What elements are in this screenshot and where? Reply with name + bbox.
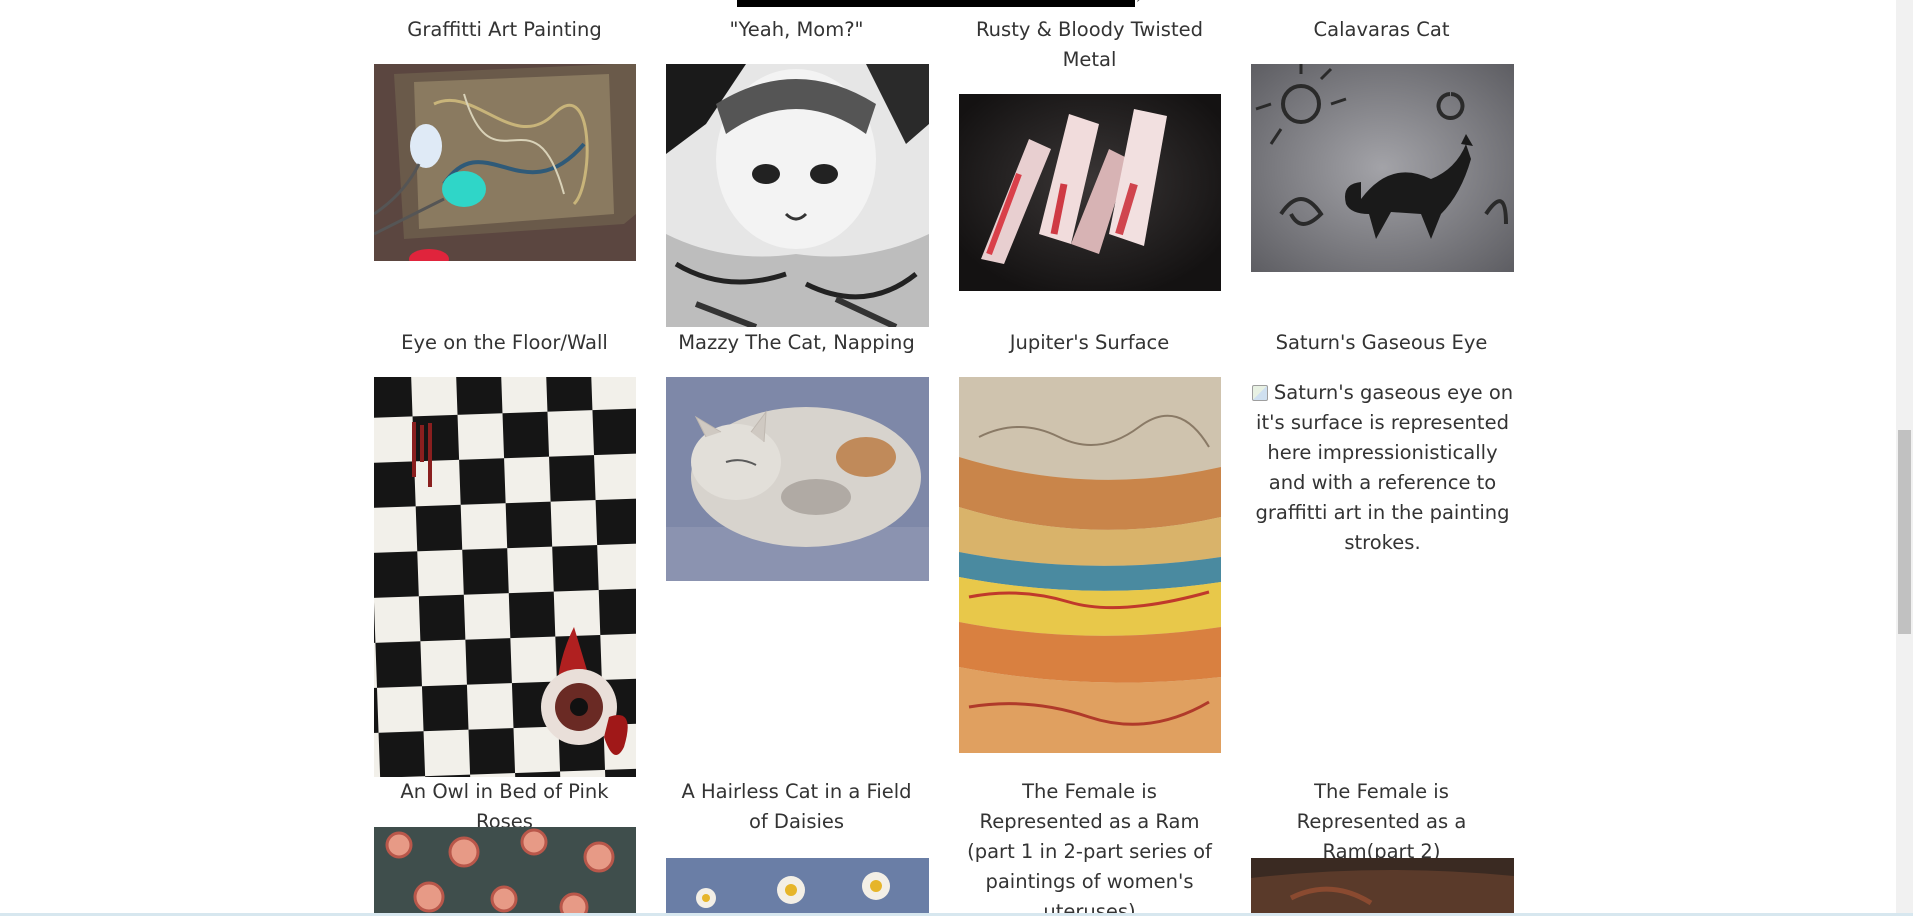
artwork-image-twisted-metal[interactable] <box>959 94 1221 291</box>
gallery-item: Graffitti Art Painting <box>373 15 636 45</box>
artwork-image-hairless-cat[interactable] <box>666 858 929 916</box>
gallery-item: The Female is Represented as a Ram(part … <box>1250 777 1513 867</box>
gallery-item: Rusty & Bloody Twisted Metal <box>958 15 1221 75</box>
gallery-item: The Female is Represented as a Ram (part… <box>958 777 1221 916</box>
gallery-item: Eye on the Floor/Wall <box>373 328 636 358</box>
gallery-item: Jupiter's Surface <box>958 328 1221 358</box>
artwork-title: Calavaras Cat <box>1313 18 1450 41</box>
artwork-image-eye-floor[interactable] <box>374 377 636 777</box>
artwork-title: Saturn's Gaseous Eye <box>1275 331 1488 354</box>
artwork-title: "Yeah, Mom?" <box>729 18 864 41</box>
artwork-image-graffiti[interactable] <box>374 64 636 261</box>
artwork-title: Eye on the Floor/Wall <box>401 331 608 354</box>
vertical-scrollbar[interactable] <box>1896 0 1913 916</box>
artwork-title: The Female is Represented as a Ram (part… <box>967 780 1212 916</box>
artwork-title: The Female is Represented as a Ram(part … <box>1296 780 1467 863</box>
gallery-item: Mazzy The Cat, Napping <box>665 328 928 358</box>
artwork-title: Jupiter's Surface <box>1009 331 1170 354</box>
image-alt-text: Saturn's gaseous eye on it's surface is … <box>1255 381 1514 554</box>
gallery-item: "Yeah, Mom?" <box>665 15 928 45</box>
artwork-image-mazzy-cat[interactable] <box>666 377 929 581</box>
broken-image-saturn[interactable]: Saturn's gaseous eye on it's surface is … <box>1251 378 1514 558</box>
artwork-title: Rusty & Bloody Twisted Metal <box>976 18 1203 71</box>
gallery-item: A Hairless Cat in a Field of Daisies <box>665 777 928 837</box>
gallery-item: Calavaras Cat <box>1250 15 1513 45</box>
artwork-image-calavaras-cat[interactable] <box>1251 64 1514 272</box>
chevron-right-icon: › <box>1136 0 1142 7</box>
artwork-title: Graffitti Art Painting <box>407 18 602 41</box>
artwork-image-jupiter[interactable] <box>959 377 1221 753</box>
artwork-title: A Hairless Cat in a Field of Daisies <box>681 780 912 833</box>
broken-image-icon <box>1251 385 1268 401</box>
gallery-item: Saturn's Gaseous Eye <box>1250 328 1513 358</box>
top-image-edge <box>737 0 1135 7</box>
artwork-image-ram-part2[interactable] <box>1251 858 1514 916</box>
artwork-image-owl-roses[interactable] <box>374 827 636 916</box>
artwork-image-yeah-mom[interactable] <box>666 64 929 327</box>
artwork-title: Mazzy The Cat, Napping <box>678 331 915 354</box>
scrollbar-thumb[interactable] <box>1898 430 1911 634</box>
